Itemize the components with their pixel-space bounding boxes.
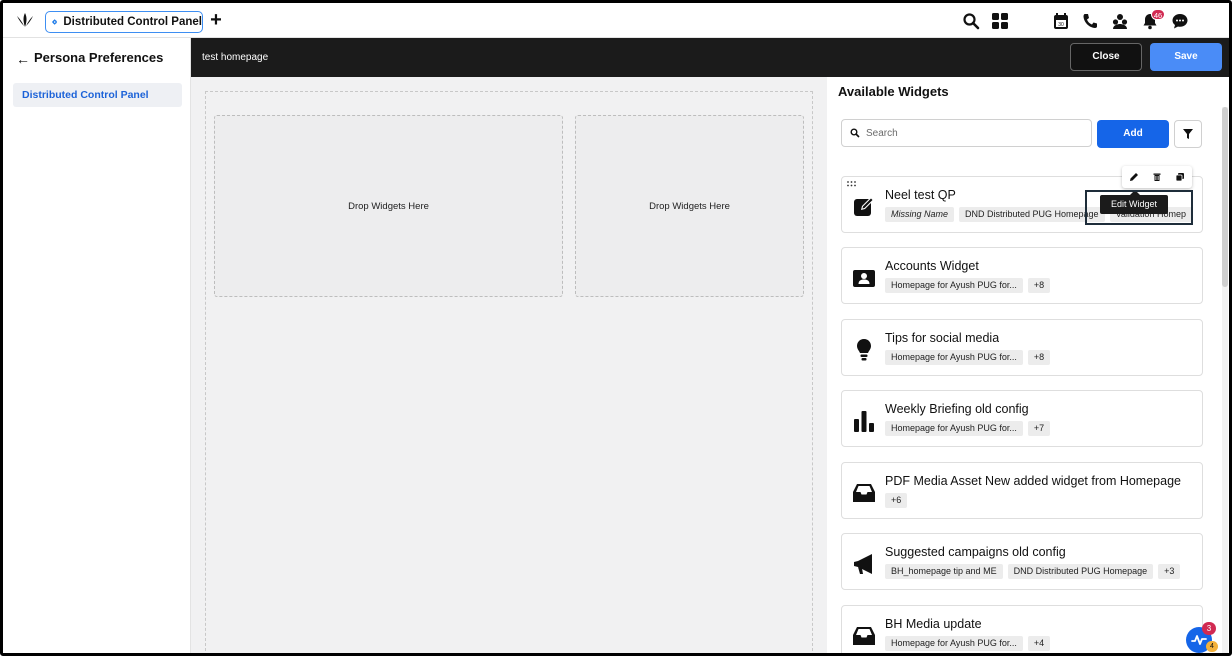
widget-tags: Homepage for Ayush PUG for... +4 xyxy=(885,636,1051,651)
megaphone-icon xyxy=(854,554,872,574)
widget-card-pdf-media-asset[interactable]: PDF Media Asset New added widget from Ho… xyxy=(841,462,1203,519)
widget-title: PDF Media Asset New added widget from Ho… xyxy=(885,474,1181,488)
drop-zone-right[interactable]: Drop Widgets Here xyxy=(575,115,804,297)
widget-card-accounts[interactable]: Accounts Widget Homepage for Ayush PUG f… xyxy=(841,247,1203,304)
widget-title: Tips for social media xyxy=(885,331,1000,345)
widget-title: BH Media update xyxy=(885,617,982,631)
page-name: test homepage xyxy=(202,52,269,63)
tag: DND Distributed PUG Homepage xyxy=(959,207,1105,222)
canvas-section: Drop Widgets Here Drop Widgets Here xyxy=(205,91,813,656)
widget-tags: +6 xyxy=(885,493,908,508)
app-logo-icon[interactable] xyxy=(15,11,35,29)
inbox-icon xyxy=(853,627,875,645)
tag: BH_homepage tip and ME xyxy=(885,564,1003,579)
inbox-icon xyxy=(853,484,875,502)
editor-header: test homepage Close Save xyxy=(191,38,1232,77)
widget-card-weekly-briefing[interactable]: Weekly Briefing old config Homepage for … xyxy=(841,390,1203,447)
add-button[interactable]: Add xyxy=(1097,120,1169,148)
lightbulb-icon xyxy=(857,339,871,361)
widget-card-suggested-campaigns[interactable]: Suggested campaigns old config BH_homepa… xyxy=(841,533,1203,590)
tag: Homepage for Ayush PUG for... xyxy=(885,278,1023,293)
scrollbar-thumb[interactable] xyxy=(1222,107,1228,287)
tag: Homepage for Ayush PUG for... xyxy=(885,421,1023,436)
persona-sidebar: ← Persona Preferences Distributed Contro… xyxy=(0,38,191,656)
search-input[interactable] xyxy=(866,127,1066,139)
widgets-title: Available Widgets xyxy=(838,84,949,99)
search-icon xyxy=(850,128,860,138)
drag-handle-icon[interactable] xyxy=(847,181,856,187)
tab-label: Distributed Control Panel xyxy=(63,16,202,28)
svg-text:30: 30 xyxy=(1058,22,1064,28)
widget-card-tips-social[interactable]: Tips for social media Homepage for Ayush… xyxy=(841,319,1203,376)
sidebar-title: Persona Preferences xyxy=(34,50,164,65)
widget-card-bh-media-update[interactable]: BH Media update Homepage for Ayush PUG f… xyxy=(841,605,1203,656)
edit-square-icon xyxy=(854,197,874,216)
contact-card-icon xyxy=(853,270,875,287)
activity-pulse-icon xyxy=(1191,635,1207,645)
back-arrow-icon[interactable]: ← xyxy=(16,51,30,67)
tag: Homepage for Ayush PUG for... xyxy=(885,636,1023,651)
filter-icon xyxy=(1183,129,1193,139)
close-button[interactable]: Close xyxy=(1070,43,1142,71)
team-icon[interactable] xyxy=(1111,12,1129,30)
tab-distributed-control-panel[interactable]: Distributed Control Panel xyxy=(45,11,203,33)
chat-icon[interactable] xyxy=(1171,12,1189,30)
widget-title: Suggested campaigns old config xyxy=(885,545,1066,559)
edit-pencil-icon[interactable] xyxy=(1129,172,1139,182)
widget-tags: BH_homepage tip and ME DND Distributed P… xyxy=(885,564,1181,579)
bar-chart-icon xyxy=(854,411,874,432)
calendar-icon[interactable]: 30 xyxy=(1052,12,1070,30)
drop-zone-left[interactable]: Drop Widgets Here xyxy=(214,115,563,297)
sidebar-item-distributed-control-panel[interactable]: Distributed Control Panel xyxy=(13,83,182,107)
app-grid-icon[interactable] xyxy=(991,12,1009,30)
widget-tags: Homepage for Ayush PUG for... +8 xyxy=(885,278,1051,293)
phone-icon[interactable] xyxy=(1081,12,1099,30)
tag: DND Distributed PUG Homepage xyxy=(1007,564,1154,579)
delete-trash-icon[interactable] xyxy=(1152,172,1162,182)
filter-button[interactable] xyxy=(1174,120,1202,148)
layout-canvas: Drop Widgets Here Drop Widgets Here xyxy=(191,77,827,656)
widget-search xyxy=(841,119,1092,147)
available-widgets-panel: Available Widgets Add Neel test QP Missi… xyxy=(827,77,1232,656)
notification-badge: 46 xyxy=(1151,9,1165,20)
tag-count: +3 xyxy=(1158,564,1181,579)
widget-action-toolbar xyxy=(1122,166,1192,188)
highlight-box xyxy=(1085,190,1193,225)
top-bar: Distributed Control Panel + 30 46 xyxy=(0,0,1232,38)
activity-badge: 3 xyxy=(1202,622,1216,635)
tag-count: +8 xyxy=(1027,278,1051,293)
widget-title: Neel test QP xyxy=(885,188,956,202)
tag-count: +7 xyxy=(1027,421,1051,436)
widget-title: Weekly Briefing old config xyxy=(885,402,1029,416)
tag-count: +6 xyxy=(885,493,908,508)
duplicate-icon[interactable] xyxy=(1175,172,1185,182)
gear-icon xyxy=(52,19,58,25)
tag-count: +8 xyxy=(1027,350,1051,365)
tag: Homepage for Ayush PUG for... xyxy=(885,350,1023,365)
tag-count: +4 xyxy=(1027,636,1051,651)
widget-tags: Homepage for Ayush PUG for... +7 xyxy=(885,421,1051,436)
widget-tags: Homepage for Ayush PUG for... +8 xyxy=(885,350,1051,365)
search-icon[interactable] xyxy=(962,12,980,30)
widget-title: Accounts Widget xyxy=(885,259,979,273)
tag: Missing Name xyxy=(885,207,955,222)
activity-secondary-badge: 4 xyxy=(1206,641,1218,652)
new-tab-icon[interactable]: + xyxy=(208,10,224,31)
scrollbar[interactable] xyxy=(1222,107,1228,656)
save-button[interactable]: Save xyxy=(1150,43,1222,71)
